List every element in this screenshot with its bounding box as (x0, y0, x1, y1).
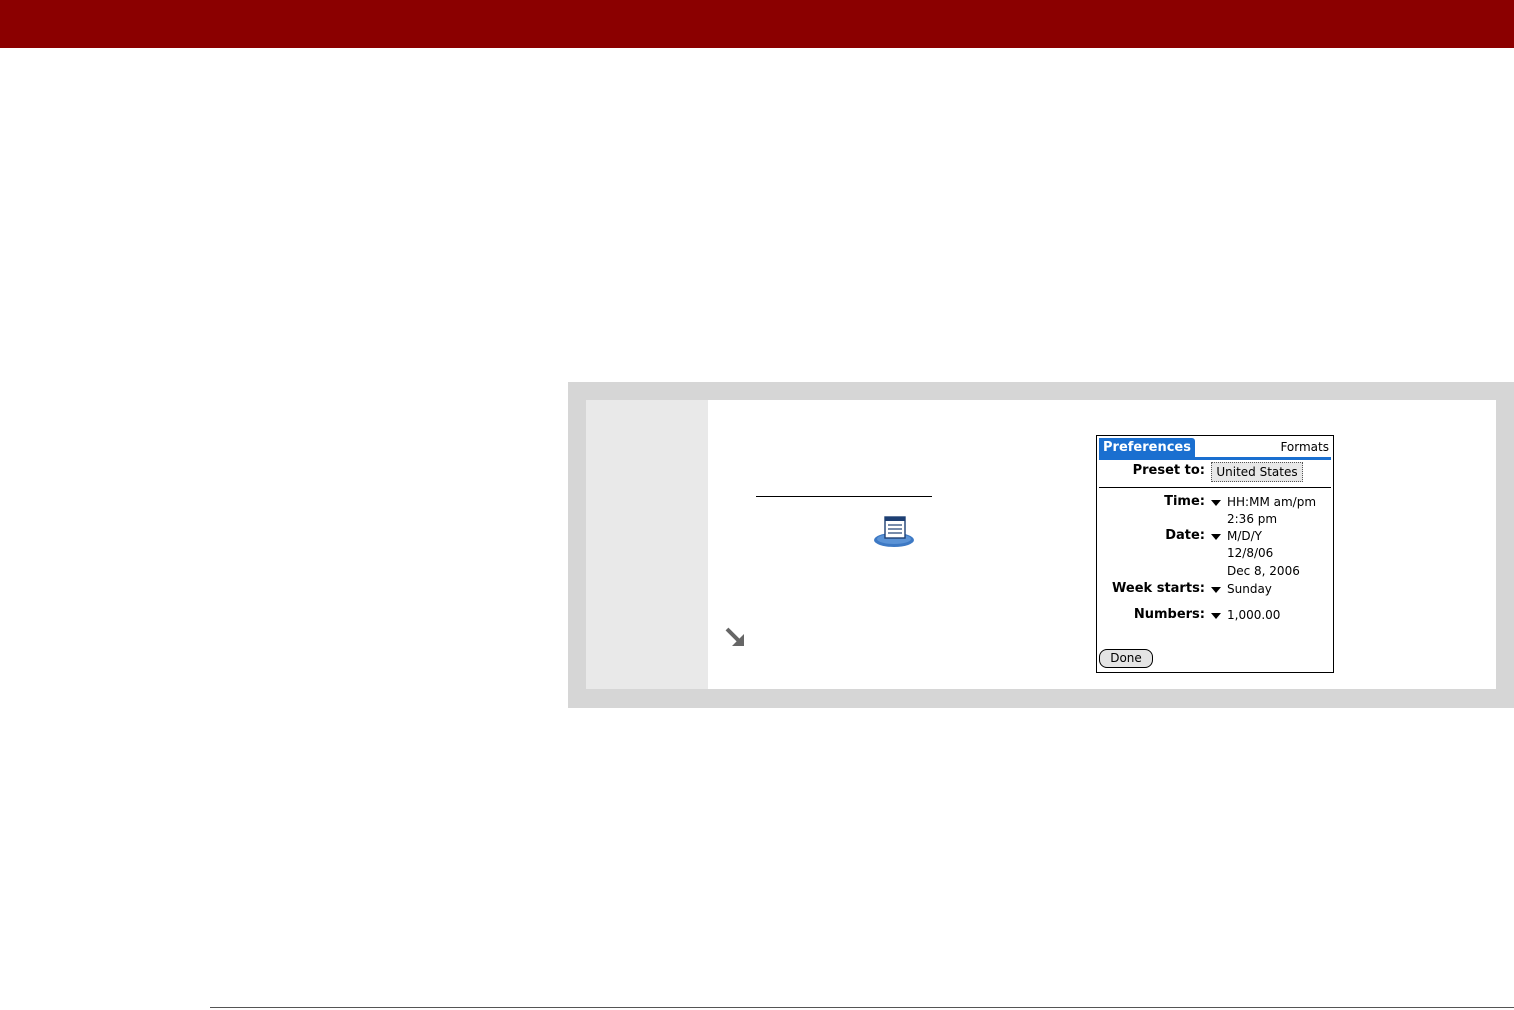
palm-title-bar: Preferences Formats (1099, 438, 1331, 460)
date-format-value[interactable]: M/D/Y (1227, 528, 1262, 545)
preferences-app-icon[interactable] (872, 513, 916, 549)
palm-title[interactable]: Preferences (1099, 438, 1195, 457)
palm-preferences-screen: Preferences Formats Preset to: United St… (1096, 435, 1334, 673)
done-button[interactable]: Done (1099, 649, 1153, 668)
numbers-label: Numbers: (1133, 607, 1205, 622)
preset-label: Preset to: (1132, 463, 1205, 478)
week-starts-label: Week starts: (1112, 581, 1205, 596)
step-panel: Preferences Formats Preset to: United St… (568, 382, 1514, 708)
week-dropdown-icon[interactable] (1211, 587, 1221, 593)
preset-selector[interactable]: United States (1211, 462, 1303, 482)
time-dropdown-icon[interactable] (1211, 500, 1221, 506)
time-example: 2:36 pm (1227, 512, 1278, 526)
numbers-dropdown-icon[interactable] (1211, 613, 1221, 619)
footer-rule (210, 1007, 1514, 1008)
link-underline[interactable] (756, 496, 932, 497)
palm-divider (1099, 487, 1331, 488)
week-starts-value[interactable]: Sunday (1227, 581, 1272, 598)
palm-title-underline (1099, 457, 1331, 460)
date-dropdown-icon[interactable] (1211, 534, 1221, 540)
time-label: Time: (1164, 494, 1205, 509)
date-example-short: 12/8/06 (1227, 546, 1274, 560)
date-label: Date: (1165, 528, 1205, 543)
header-bar (0, 0, 1514, 48)
numbers-value[interactable]: 1,000.00 (1227, 607, 1280, 624)
date-example-long: Dec 8, 2006 (1227, 564, 1300, 578)
time-format-value[interactable]: HH:MM am/pm (1227, 494, 1316, 511)
step-content: Preferences Formats Preset to: United St… (708, 400, 1496, 689)
tip-arrow-icon (725, 627, 744, 646)
palm-formats-label[interactable]: Formats (1280, 438, 1329, 456)
step-number-column (586, 400, 708, 689)
